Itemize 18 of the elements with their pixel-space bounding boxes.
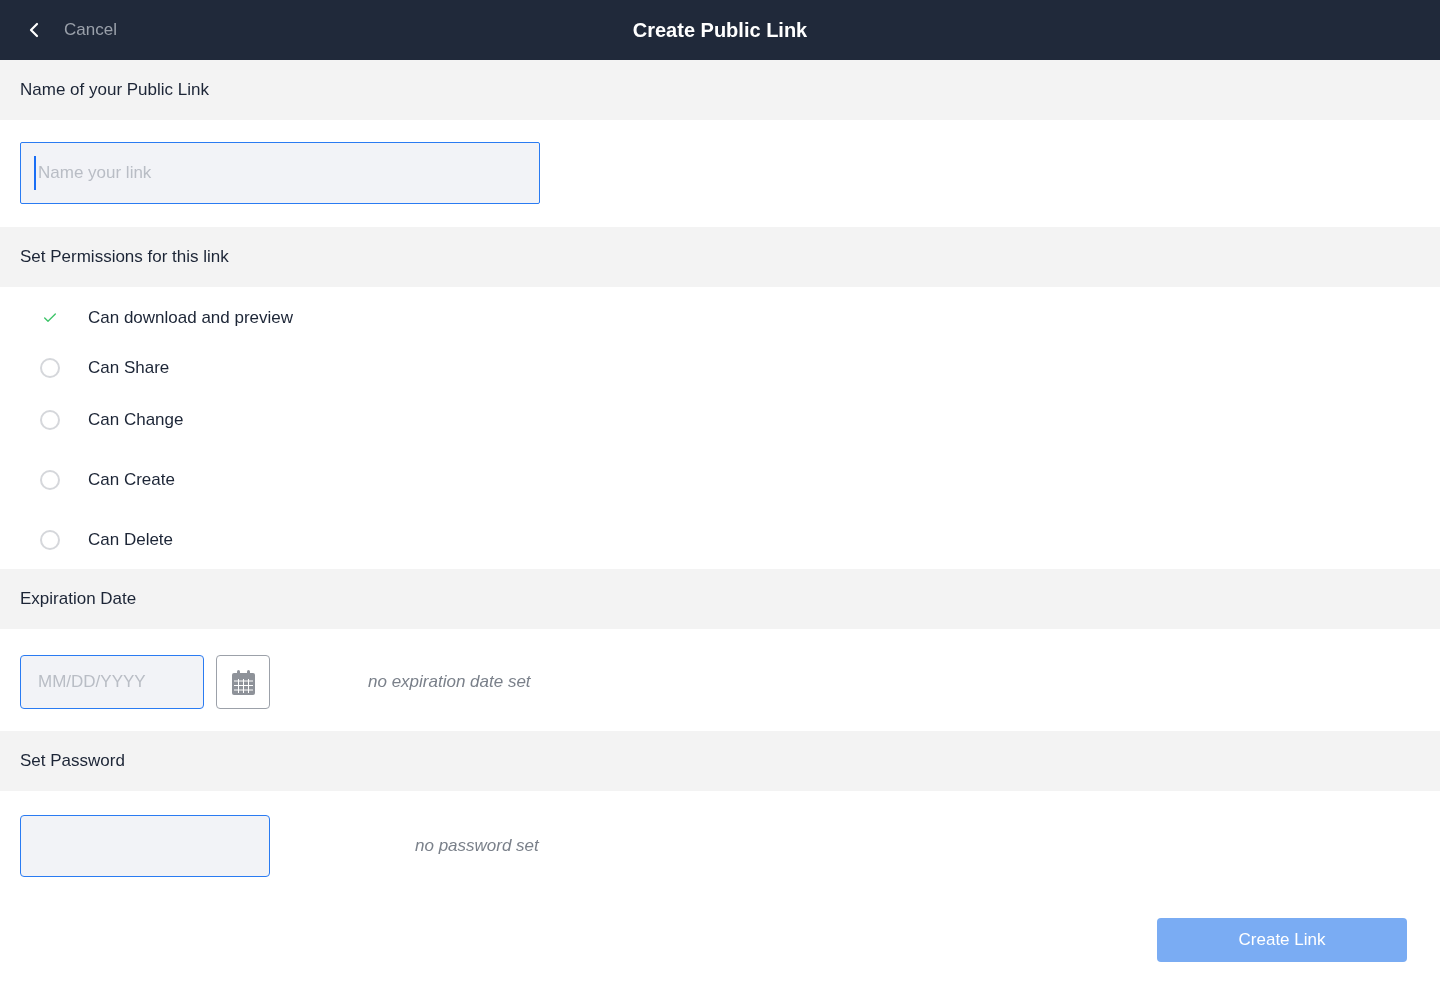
expiration-hint: no expiration date set xyxy=(368,671,531,694)
cancel-button[interactable]: Cancel xyxy=(22,10,117,50)
permission-option[interactable]: Can Share xyxy=(40,355,170,381)
section-heading: Name of your Public Link xyxy=(20,79,209,102)
link-name-field[interactable]: Name your link xyxy=(20,142,540,204)
section-heading: Expiration Date xyxy=(20,588,137,611)
section-heading: Set Permissions for this link xyxy=(20,246,229,269)
permission-option[interactable]: Can Change xyxy=(40,407,184,433)
calendar-button[interactable] xyxy=(216,655,270,709)
page-title: Create Public Link xyxy=(632,18,808,43)
permission-option[interactable]: Can Create xyxy=(40,467,175,493)
password-hint: no password set xyxy=(415,835,539,858)
section-heading: Set Password xyxy=(20,750,125,773)
date-field[interactable]: MM/DD/YYYY xyxy=(20,655,204,709)
permission-option[interactable]: Can Delete xyxy=(40,527,174,553)
permission-option[interactable]: Can download and preview xyxy=(40,305,294,331)
password-field[interactable] xyxy=(20,815,270,877)
calendar-icon xyxy=(231,669,255,695)
